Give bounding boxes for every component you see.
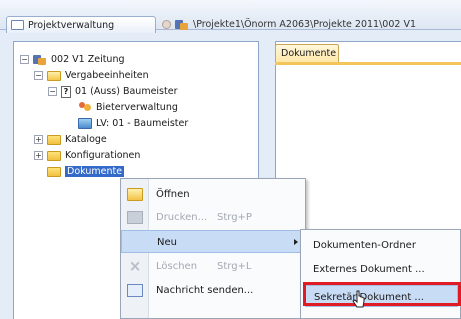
tab-dokumente[interactable]: Dokumente bbox=[275, 44, 339, 62]
message-icon bbox=[127, 284, 143, 297]
highlight-callout bbox=[303, 282, 461, 306]
expand-icon[interactable]: + bbox=[34, 151, 43, 160]
tree-node-bieterverwaltung[interactable]: Bieterverwaltung bbox=[78, 101, 178, 114]
submenu-item-label: Dokumenten-Ordner bbox=[313, 240, 416, 251]
menu-item-new[interactable]: Neu bbox=[121, 230, 305, 253]
menu-item-open[interactable]: Öffnen bbox=[121, 183, 305, 206]
submenu-arrow-icon bbox=[294, 239, 298, 245]
people-icon bbox=[78, 102, 92, 113]
tree-node-dokumente[interactable]: Dokumente bbox=[47, 165, 125, 178]
collapse-icon[interactable]: − bbox=[34, 71, 43, 80]
menu-item-print: Drucken... Strg+P bbox=[121, 206, 305, 229]
menu-item-label: Nachricht senden... bbox=[156, 285, 254, 296]
tree-node-lv[interactable]: LV: 01 - Baumeister bbox=[78, 117, 188, 130]
tree-node-label: 002 V1 Zeitung bbox=[51, 54, 125, 65]
submenu-item-label: Externes Dokument ... bbox=[313, 264, 425, 275]
folder-icon bbox=[47, 150, 61, 161]
tree-node-label: Kataloge bbox=[65, 134, 107, 145]
tree-node-vergabeeinheiten[interactable]: − Vergabeeinheiten bbox=[34, 69, 149, 82]
tree-node-root[interactable]: − 002 V1 Zeitung bbox=[20, 53, 125, 66]
menu-item-label: Öffnen bbox=[156, 189, 190, 200]
tab-bar: Projektverwaltung \Projekte1\Önorm A2063… bbox=[0, 0, 461, 33]
collapse-icon[interactable]: − bbox=[20, 55, 29, 64]
tree-node-label: Dokumente bbox=[65, 166, 125, 177]
folder-icon bbox=[11, 20, 24, 30]
menu-item-send-message[interactable]: Nachricht senden... bbox=[121, 279, 305, 302]
tree-node-label: Vergabeeinheiten bbox=[65, 70, 149, 81]
expand-icon[interactable]: + bbox=[34, 135, 43, 144]
tree-node-label: Konfigurationen bbox=[65, 150, 141, 161]
project-icon bbox=[175, 19, 189, 30]
folder-icon bbox=[47, 166, 61, 177]
project-icon bbox=[33, 54, 47, 65]
tree-node-label: LV: 01 - Baumeister bbox=[96, 118, 189, 129]
tab-label: \Projekte1\Önorm A2063\Projekte 2011\002… bbox=[193, 19, 416, 30]
menu-item-delete: × Löschen Strg+L bbox=[121, 255, 305, 278]
tree-node-kataloge[interactable]: + Kataloge bbox=[34, 133, 107, 146]
tab-label: Projektverwaltung bbox=[28, 19, 115, 31]
close-icon[interactable] bbox=[162, 20, 171, 29]
delete-icon: × bbox=[128, 257, 142, 275]
menu-item-label: Löschen bbox=[156, 261, 198, 272]
printer-icon bbox=[127, 211, 143, 224]
menu-item-shortcut: Strg+P bbox=[217, 212, 252, 223]
submenu-item-external-document[interactable]: Externes Dokument ... bbox=[305, 258, 458, 280]
menu-item-label: Neu bbox=[157, 237, 177, 248]
mouse-cursor-icon bbox=[352, 290, 365, 308]
application-window: Projektverwaltung \Projekte1\Önorm A2063… bbox=[0, 0, 461, 319]
menu-item-label: Drucken... bbox=[156, 212, 208, 223]
tab-project-path[interactable]: \Projekte1\Önorm A2063\Projekte 2011\002… bbox=[158, 16, 461, 33]
submenu-item-document-folder[interactable]: Dokumenten-Ordner bbox=[305, 234, 458, 256]
tree-node-baumeister[interactable]: − ? 01 (Auss) Baumeister bbox=[48, 85, 177, 98]
unit-document-icon: ? bbox=[61, 85, 71, 98]
context-menu: Öffnen Drucken... Strg+P Neu × Löschen S… bbox=[120, 178, 306, 319]
open-folder-icon bbox=[127, 188, 143, 201]
folder-icon bbox=[47, 134, 61, 145]
tree-node-konfigurationen[interactable]: + Konfigurationen bbox=[34, 149, 140, 162]
open-folder-icon bbox=[47, 70, 61, 81]
tree-node-label: 01 (Auss) Baumeister bbox=[75, 86, 178, 97]
menu-item-shortcut: Strg+L bbox=[217, 261, 252, 272]
tree-node-label: Bieterverwaltung bbox=[96, 102, 178, 113]
tab-projektverwaltung[interactable]: Projektverwaltung bbox=[6, 16, 156, 33]
collapse-icon[interactable]: − bbox=[48, 87, 57, 96]
tab-underline bbox=[275, 62, 461, 65]
lv-icon bbox=[78, 118, 92, 129]
